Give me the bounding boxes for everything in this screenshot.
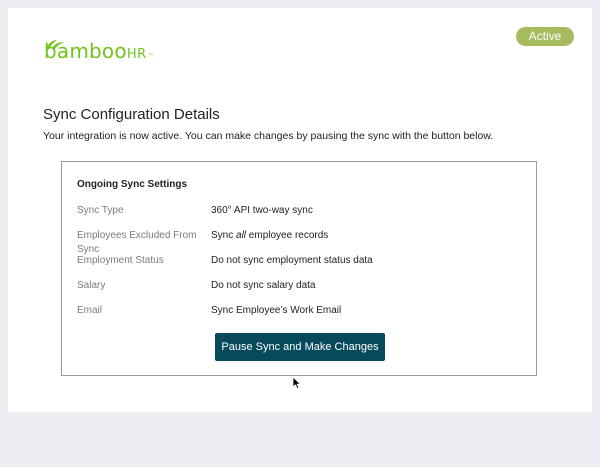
settings-row-excluded: Employees Excluded From Sync Sync all em…	[77, 229, 328, 255]
settings-label: Employees Excluded From Sync	[77, 230, 197, 255]
page-title: Sync Configuration Details	[43, 106, 220, 123]
mouse-pointer-icon	[292, 376, 301, 390]
main-card: bambooHR™ Active Sync Configuration Deta…	[8, 8, 592, 412]
logo-wordmark: bambooHR™	[44, 40, 154, 66]
bamboohr-logo: bambooHR™	[44, 38, 154, 64]
settings-value: Sync Employee’s Work Email	[211, 305, 342, 316]
settings-row-sync-type: Sync Type 360° API two-way sync	[77, 204, 313, 218]
pause-sync-button[interactable]: Pause Sync and Make Changes	[215, 333, 385, 361]
value-suffix: employee records	[246, 230, 329, 241]
settings-heading: Ongoing Sync Settings	[77, 179, 188, 190]
settings-value: Sync all employee records	[211, 229, 328, 243]
settings-label: Email	[77, 305, 103, 316]
settings-value: Do not sync employment status data	[211, 255, 373, 266]
value-emphasis: all	[236, 230, 247, 241]
page-description: Your integration is now active. You can …	[43, 130, 494, 142]
settings-row-salary: Salary Do not sync salary data	[77, 279, 316, 293]
settings-row-employment-status: Employment Status Do not sync employment…	[77, 254, 373, 268]
logo-main-text: bamboo	[44, 39, 127, 63]
status-badge: Active	[516, 27, 574, 46]
settings-label: Employment Status	[77, 255, 164, 266]
value-prefix: Sync	[211, 230, 237, 241]
settings-value: Do not sync salary data	[211, 280, 316, 291]
logo-trademark: ™	[147, 53, 154, 60]
logo-suffix-text: HR	[126, 47, 147, 62]
settings-value: 360° API two-way sync	[211, 205, 313, 216]
settings-label: Sync Type	[77, 205, 124, 216]
settings-label: Salary	[77, 280, 106, 291]
sync-settings-panel: Ongoing Sync Settings Sync Type 360° API…	[61, 161, 537, 376]
settings-row-email: Email Sync Employee’s Work Email	[77, 304, 341, 318]
